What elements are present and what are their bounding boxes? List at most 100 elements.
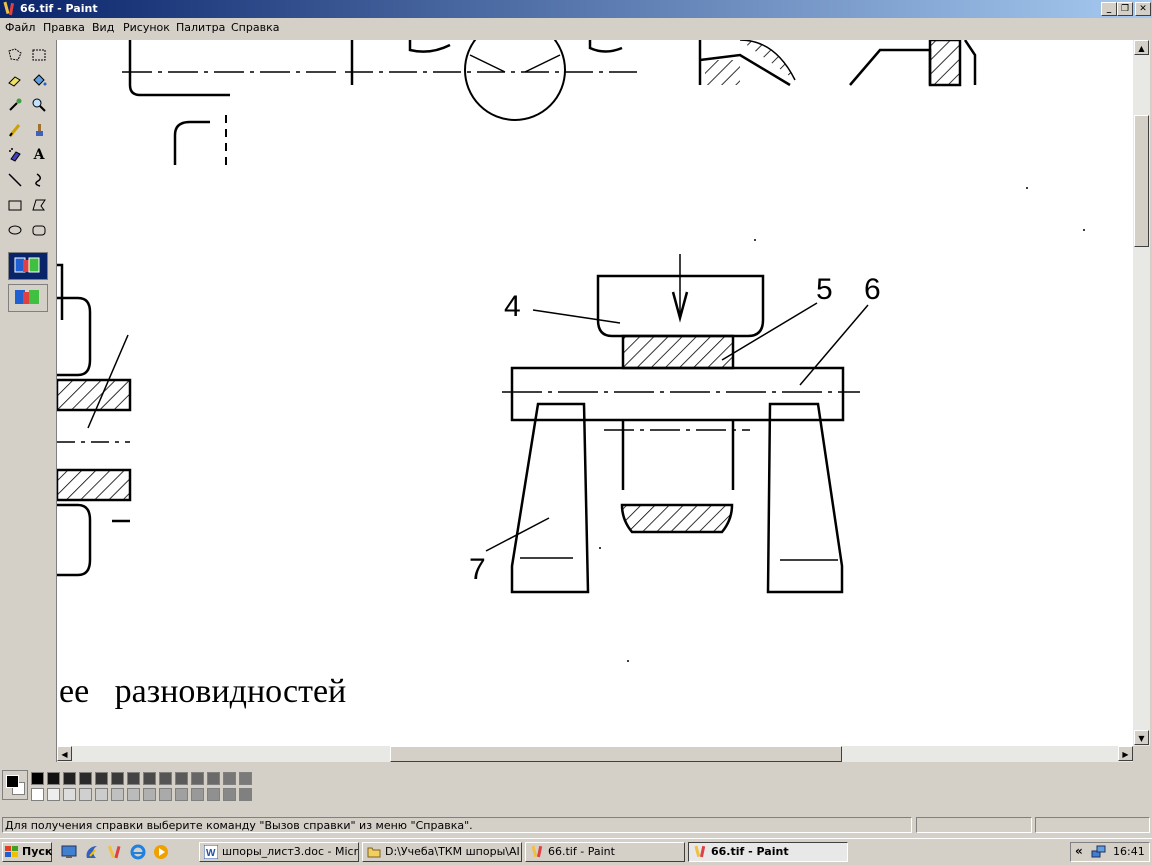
callout-5: 5 bbox=[816, 273, 833, 306]
task-paint-1[interactable]: 66.tif - Paint bbox=[525, 842, 685, 862]
color-swatch[interactable] bbox=[111, 788, 124, 801]
title-bar[interactable]: 66.tif - Paint _ ❐ ✕ bbox=[0, 0, 1152, 18]
color-swatch[interactable] bbox=[239, 772, 252, 785]
color-swatch[interactable] bbox=[143, 788, 156, 801]
color-swatch[interactable] bbox=[31, 788, 44, 801]
transparent-option[interactable] bbox=[8, 284, 48, 312]
color-swatch[interactable] bbox=[63, 788, 76, 801]
color-swatch[interactable] bbox=[159, 788, 172, 801]
drawing-canvas[interactable]: 4 5 6 7 ее разновидностей bbox=[57, 40, 1133, 746]
media-player-icon[interactable] bbox=[153, 844, 169, 860]
color-swatch[interactable] bbox=[223, 788, 236, 801]
toolbox: A bbox=[0, 40, 57, 762]
color-swatch[interactable] bbox=[95, 772, 108, 785]
line-tool-icon[interactable] bbox=[4, 169, 26, 191]
status-size-pane bbox=[1035, 817, 1150, 833]
brush-icon[interactable] bbox=[28, 119, 50, 141]
scroll-up-button[interactable]: ▲ bbox=[1134, 40, 1149, 55]
color-swatch[interactable] bbox=[143, 772, 156, 785]
ellipse-tool-icon[interactable] bbox=[4, 219, 26, 241]
menu-bar: Файл Правка Вид Рисунок Палитра Справка bbox=[0, 18, 1152, 38]
windows-flag-icon bbox=[5, 846, 18, 857]
color-swatch[interactable] bbox=[239, 788, 252, 801]
scroll-right-button[interactable]: ▶ bbox=[1118, 746, 1133, 761]
window-title: 66.tif - Paint bbox=[20, 2, 98, 15]
eraser-icon[interactable] bbox=[4, 69, 26, 91]
system-tray: « 16:41 bbox=[1070, 842, 1150, 862]
color-swatch[interactable] bbox=[191, 788, 204, 801]
task-explorer-folder[interactable]: D:\Учеба\ТКМ шпоры\АI bbox=[362, 842, 522, 862]
menu-image[interactable]: Рисунок bbox=[123, 21, 170, 34]
show-desktop-icon[interactable] bbox=[61, 844, 77, 860]
internet-explorer-icon[interactable] bbox=[130, 844, 146, 860]
color-swatch[interactable] bbox=[207, 788, 220, 801]
airbrush-icon[interactable] bbox=[4, 144, 26, 166]
menu-colors[interactable]: Палитра bbox=[176, 21, 225, 34]
rounded-rect-tool-icon[interactable] bbox=[28, 219, 50, 241]
color-swatch[interactable] bbox=[191, 772, 204, 785]
caption-text: ее разновидностей bbox=[59, 673, 346, 710]
magnifier-icon[interactable] bbox=[28, 94, 50, 116]
curve-tool-icon[interactable] bbox=[28, 169, 50, 191]
quick-launch-paint-icon[interactable] bbox=[107, 844, 123, 860]
menu-edit[interactable]: Правка bbox=[43, 21, 85, 34]
color-swatch[interactable] bbox=[63, 772, 76, 785]
word-icon: W bbox=[204, 845, 218, 859]
technical-drawing: 4 5 6 7 ее разновидностей bbox=[57, 40, 1085, 710]
scroll-left-button[interactable]: ◀ bbox=[57, 746, 72, 761]
scroll-down-button[interactable]: ▼ bbox=[1134, 730, 1149, 745]
free-form-select-icon[interactable] bbox=[4, 44, 26, 66]
color-swatch[interactable] bbox=[47, 772, 60, 785]
start-button[interactable]: Пуск bbox=[2, 842, 52, 862]
polygon-tool-icon[interactable] bbox=[28, 194, 50, 216]
color-swatch[interactable] bbox=[79, 772, 92, 785]
menu-view[interactable]: Вид bbox=[92, 21, 114, 34]
color-swatch[interactable] bbox=[47, 788, 60, 801]
color-swatch[interactable] bbox=[111, 772, 124, 785]
callout-7: 7 bbox=[469, 553, 486, 586]
tray-chevron[interactable]: « bbox=[1075, 844, 1083, 858]
status-coords-pane bbox=[916, 817, 1032, 833]
opaque-option[interactable] bbox=[8, 252, 48, 280]
vertical-scrollbar[interactable]: ▲ ▼ bbox=[1133, 40, 1150, 746]
foreground-color-swatch bbox=[6, 775, 19, 788]
pick-color-icon[interactable] bbox=[4, 94, 26, 116]
menu-help[interactable]: Справка bbox=[231, 21, 279, 34]
restore-button[interactable]: ❐ bbox=[1117, 2, 1133, 16]
color-swatch[interactable] bbox=[79, 788, 92, 801]
folder-icon bbox=[367, 847, 381, 858]
menu-file[interactable]: Файл bbox=[5, 21, 35, 34]
paint-icon bbox=[694, 845, 706, 858]
color-palette bbox=[0, 764, 1152, 812]
color-swatch[interactable] bbox=[127, 788, 140, 801]
color-swatch[interactable] bbox=[207, 772, 220, 785]
paint-app-icon bbox=[3, 1, 15, 16]
quick-launch-app-icon[interactable] bbox=[84, 844, 100, 860]
svg-text:W: W bbox=[206, 848, 216, 859]
status-text: Для получения справки выберите команду "… bbox=[2, 817, 912, 833]
network-icon[interactable] bbox=[1091, 845, 1107, 859]
color-swatch[interactable] bbox=[127, 772, 140, 785]
paint-icon bbox=[531, 845, 543, 858]
vertical-scroll-thumb[interactable] bbox=[1134, 115, 1149, 247]
color-swatch[interactable] bbox=[175, 788, 188, 801]
task-paint-2-active[interactable]: 66.tif - Paint bbox=[688, 842, 848, 862]
task-word-document[interactable]: W шпоры_лист3.doc - Micr... bbox=[199, 842, 359, 862]
close-button[interactable]: ✕ bbox=[1135, 2, 1151, 16]
text-tool-icon[interactable]: A bbox=[28, 144, 50, 166]
horizontal-scrollbar[interactable]: ◀ ▶ bbox=[57, 746, 1133, 762]
color-swatch[interactable] bbox=[223, 772, 236, 785]
color-swatch[interactable] bbox=[31, 772, 44, 785]
rect-select-icon[interactable] bbox=[28, 44, 50, 66]
horizontal-scroll-thumb[interactable] bbox=[390, 746, 842, 762]
pencil-icon[interactable] bbox=[4, 119, 26, 141]
color-swatch[interactable] bbox=[175, 772, 188, 785]
color-swatch[interactable] bbox=[95, 788, 108, 801]
fill-bucket-icon[interactable] bbox=[28, 69, 50, 91]
status-bar: Для получения справки выберите команду "… bbox=[0, 814, 1152, 836]
clock[interactable]: 16:41 bbox=[1113, 845, 1145, 858]
current-colors[interactable] bbox=[2, 770, 28, 800]
rectangle-tool-icon[interactable] bbox=[4, 194, 26, 216]
minimize-button[interactable]: _ bbox=[1101, 2, 1117, 16]
color-swatch[interactable] bbox=[159, 772, 172, 785]
